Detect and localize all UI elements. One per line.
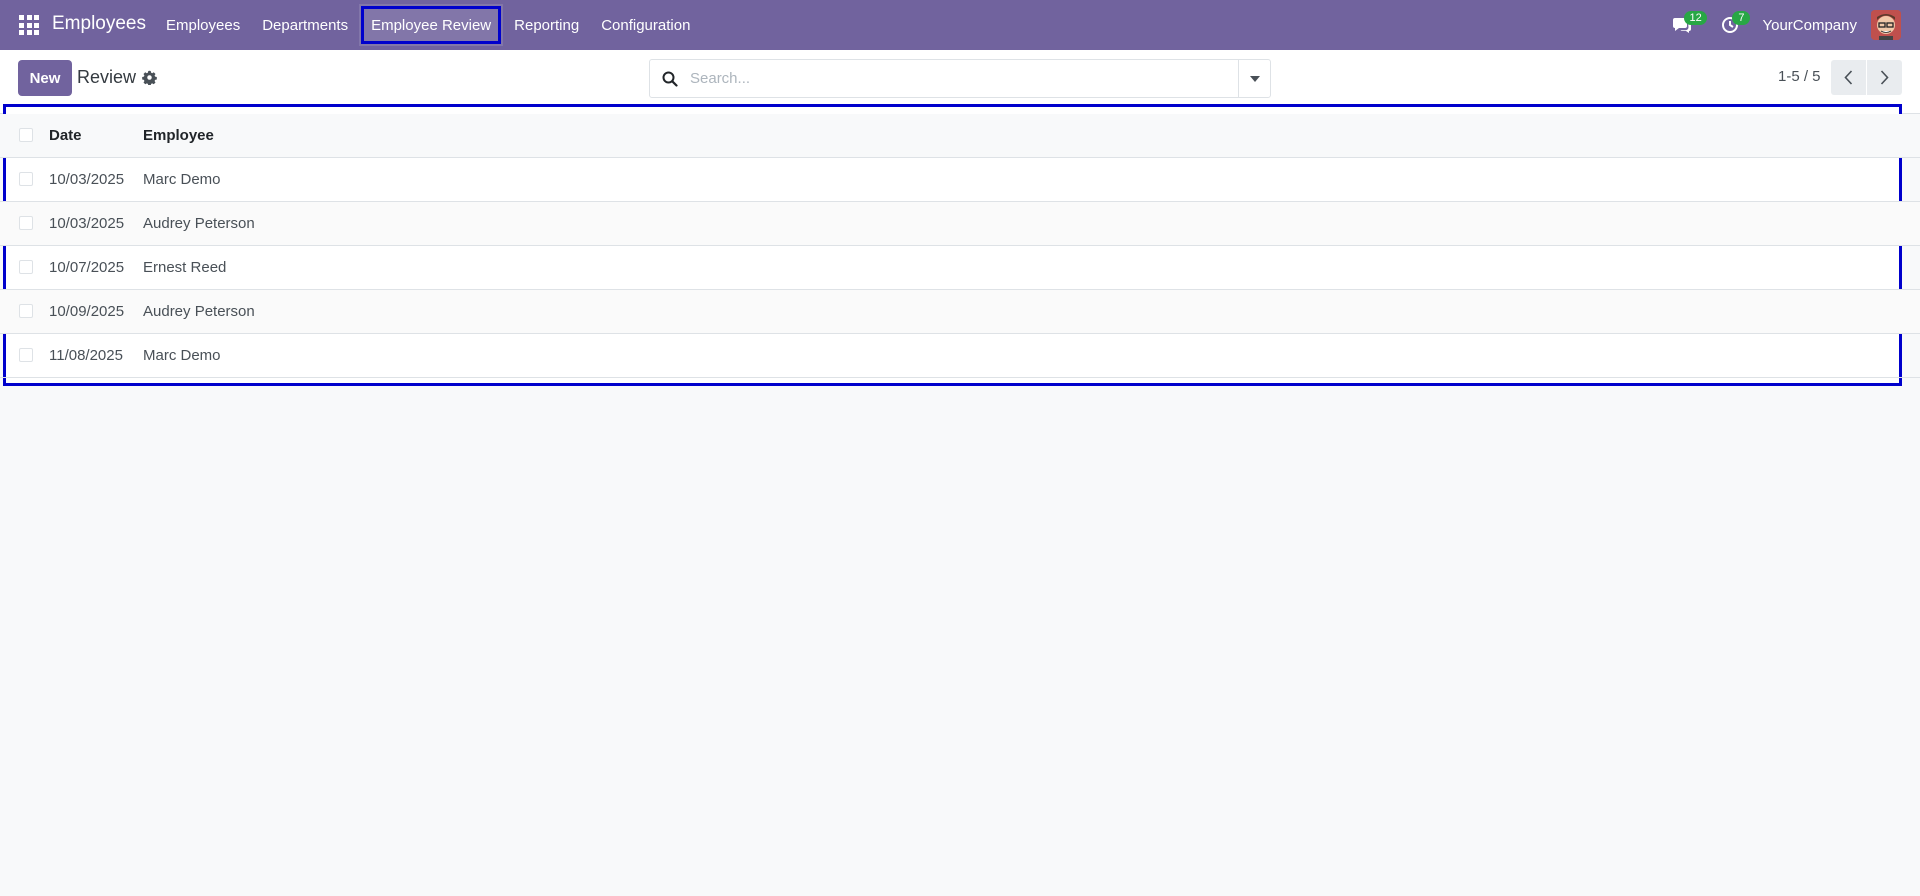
menu-item-departments[interactable]: Departments [251,0,359,50]
row-checkbox[interactable] [19,172,33,186]
table-row[interactable]: 10/07/2025 Ernest Reed [0,245,1920,289]
menu-item-reporting[interactable]: Reporting [503,0,590,50]
menu-item-employee-review[interactable]: Employee Review [359,4,504,46]
row-checkbox[interactable] [19,216,33,230]
new-button[interactable]: New [18,60,72,96]
row-date: 10/09/2025 [49,302,125,320]
search-options-toggle[interactable] [1238,60,1270,97]
table-row[interactable]: 10/03/2025 Audrey Peterson [0,201,1920,245]
activities-badge: 7 [1732,11,1751,25]
company-switcher[interactable]: YourCompany [1762,17,1857,34]
control-panel: New Review 1-5 / 5 [0,50,1920,114]
row-employee: Ernest Reed [143,258,227,276]
table-header-row: Date Employee [0,114,1920,157]
pager-value[interactable]: 1-5 / 5 [1778,68,1821,85]
apps-grid-icon[interactable] [19,15,39,35]
table-row[interactable]: 10/09/2025 Audrey Peterson [0,289,1920,333]
table-row[interactable]: 11/08/2025 Marc Demo [0,333,1920,377]
avatar-image [1871,10,1901,40]
column-header-date[interactable]: Date [49,114,143,157]
search-input[interactable] [690,60,1238,97]
row-date: 10/07/2025 [49,258,125,276]
top-navbar: Employees Employees Departments Employee… [0,0,1920,50]
menu-item-configuration[interactable]: Configuration [590,0,701,50]
menu-item-employees[interactable]: Employees [155,0,251,50]
messages-badge: 12 [1684,11,1707,25]
column-header-employee[interactable]: Employee [143,114,1920,157]
messages-button[interactable]: 12 [1658,0,1707,50]
row-employee: Audrey Peterson [143,302,255,320]
systray: 12 7 YourCompany [1658,0,1920,50]
row-checkbox[interactable] [19,348,33,362]
review-list: Date Employee 10/03/2025 Marc Demo 10/03… [0,104,1920,386]
chevron-right-icon [1880,70,1889,85]
user-avatar[interactable] [1871,10,1901,40]
row-employee: Marc Demo [143,346,221,364]
app-brand[interactable]: Employees [52,13,146,35]
pager-next-button[interactable] [1867,60,1902,95]
main-menu: Employees Departments Employee Review Re… [155,0,701,50]
row-date: 11/08/2025 [49,346,123,364]
row-checkbox[interactable] [19,260,33,274]
search-bar [649,59,1271,98]
pager-previous-button[interactable] [1831,60,1866,95]
caret-down-icon [1249,75,1260,82]
row-employee: Audrey Peterson [143,214,255,232]
row-date: 10/03/2025 [49,214,125,232]
search-icon [650,60,690,97]
breadcrumb: Review [77,67,137,87]
table-row[interactable]: 10/03/2025 Marc Demo [0,157,1920,201]
activities-button[interactable]: 7 [1706,0,1754,50]
select-all-checkbox[interactable] [19,128,33,143]
row-employee: Marc Demo [143,170,221,188]
gear-icon[interactable] [142,70,157,85]
row-date: 10/03/2025 [49,170,125,188]
chevron-left-icon [1844,70,1853,85]
review-table: Date Employee 10/03/2025 Marc Demo 10/03… [0,114,1920,378]
row-checkbox[interactable] [19,304,33,318]
